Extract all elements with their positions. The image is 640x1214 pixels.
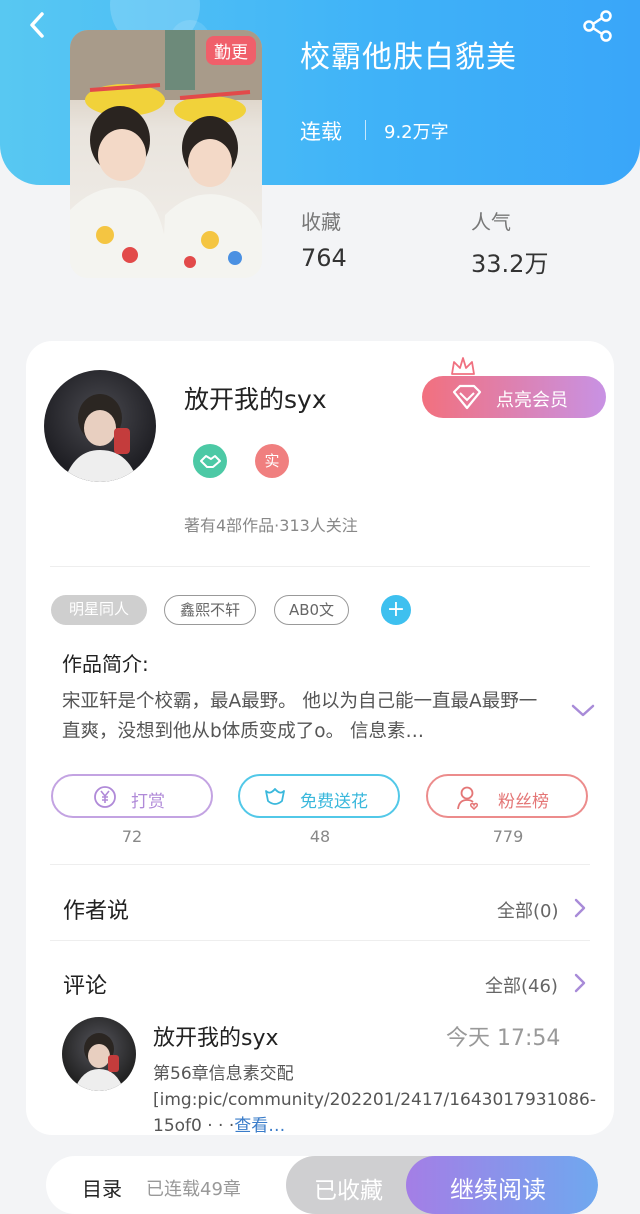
free-flower-button-label: 免费送花 <box>300 792 368 812</box>
crown-icon <box>451 357 475 375</box>
add-tag-button[interactable]: + <box>381 595 411 625</box>
chevron-right-icon[interactable] <box>572 972 588 994</box>
commenter-name[interactable]: 放开我的syx <box>153 1020 279 1052</box>
comments-title: 评论 <box>63 974 108 999</box>
continue-reading-label: 继续阅读 <box>450 1176 546 1204</box>
intro-heading: 作品简介: <box>62 652 149 676</box>
update-badge: 勤更 <box>206 36 256 65</box>
comment-body: 第56章信息素交配[img:pic/community/202201/2417/… <box>153 1064 596 1136</box>
handshake-icon <box>200 455 221 468</box>
serial-status: 连载 <box>300 120 342 144</box>
back-button[interactable] <box>20 8 56 44</box>
avatar-image <box>64 394 138 482</box>
flower-count: 48 <box>309 827 331 846</box>
fans-rank-button-label: 粉丝榜 <box>498 792 549 812</box>
author-says-title: 作者说 <box>63 899 130 924</box>
fans-count: 779 <box>492 827 524 846</box>
share-button[interactable] <box>580 8 616 44</box>
handshake-badge[interactable] <box>193 444 227 478</box>
author-name[interactable]: 放开我的syx <box>184 380 327 416</box>
tag-abo[interactable]: AB0文 <box>274 595 349 625</box>
free-flower-button[interactable]: 免费送花 <box>238 774 400 818</box>
user-heart-icon <box>457 786 479 811</box>
diamond-icon <box>452 384 482 410</box>
commenter-avatar[interactable] <box>62 1017 136 1091</box>
divider <box>365 120 366 140</box>
chevron-down-icon[interactable] <box>570 702 596 720</box>
tip-count: 72 <box>121 827 143 846</box>
tag-ship[interactable]: 鑫熙不轩 <box>164 595 256 625</box>
tip-button[interactable]: 打赏 <box>51 774 213 818</box>
popularity-label: 人气 <box>471 210 511 234</box>
intro-text[interactable]: 宋亚轩是个校霸，最A最野。 他以为自己能一直最A最野一直爽，没想到他从b体质变成… <box>62 687 552 747</box>
favorited-button-label: 已收藏 <box>314 1178 383 1204</box>
comment-time: 今天 17:54 <box>446 1026 561 1051</box>
chevron-right-icon[interactable] <box>572 897 588 919</box>
cover-illustration <box>70 30 262 278</box>
yen-coin-icon <box>94 786 116 808</box>
favorites-value: 764 <box>301 244 347 272</box>
continue-reading-button[interactable]: 继续阅读 <box>406 1156 598 1214</box>
chapter-count: 已连载49章 <box>146 1179 241 1200</box>
real-name-badge[interactable]: 实 <box>255 444 289 478</box>
comments-all-link[interactable]: 全部(46) <box>485 972 558 998</box>
author-says-all-link[interactable]: 全部(0) <box>497 897 559 923</box>
popularity-value: 33.2万 <box>471 250 549 278</box>
divider <box>50 940 590 941</box>
share-icon <box>583 10 612 42</box>
favorites-label: 收藏 <box>301 210 341 234</box>
view-more-link[interactable]: 查看… <box>234 1116 285 1136</box>
comment-text[interactable]: 第56章信息素交配[img:pic/community/202201/2417/… <box>153 1061 596 1139</box>
divider <box>50 864 590 865</box>
divider <box>50 566 590 567</box>
vip-button[interactable]: 点亮会员 <box>422 376 606 418</box>
word-count: 9.2万字 <box>384 122 449 143</box>
avatar-image <box>74 1033 124 1091</box>
tip-button-label: 打赏 <box>131 792 165 812</box>
toc-button[interactable]: 目录 <box>82 1173 122 1202</box>
bottom-action-bar: 目录 已连载49章 已收藏 继续阅读 <box>46 1156 598 1214</box>
flower-icon <box>265 788 285 805</box>
author-avatar[interactable] <box>44 370 156 482</box>
tag-celebrity-fanfic[interactable]: 明星同人 <box>51 595 147 625</box>
book-title: 校霸他肤白貌美 <box>300 40 517 75</box>
fans-rank-button[interactable]: 粉丝榜 <box>426 774 588 818</box>
chevron-left-icon <box>30 12 44 38</box>
author-meta: 著有4部作品·313人关注 <box>184 516 358 535</box>
vip-button-label: 点亮会员 <box>496 390 568 411</box>
book-cover[interactable]: 勤更 <box>70 30 262 278</box>
